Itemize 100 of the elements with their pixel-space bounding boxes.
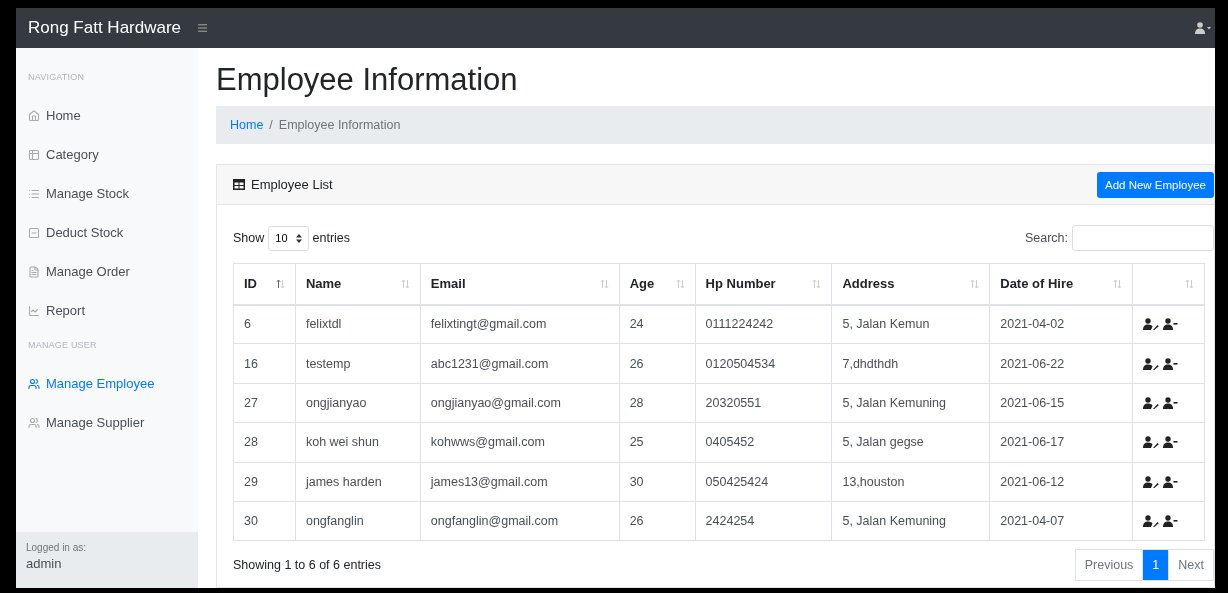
show-label: Show	[233, 231, 265, 245]
table-cell: 2021-04-02	[989, 304, 1133, 344]
brand-title[interactable]: Rong Fatt Hardware	[16, 18, 198, 38]
table-cell: ongfanglin	[295, 501, 421, 541]
sidebar-item[interactable]: Manage Stock	[16, 174, 198, 213]
sidebar-heading: MANAGE USER	[27, 339, 98, 352]
table-cell: 0111224242	[695, 304, 832, 344]
nav-icon	[28, 226, 40, 239]
username: admin	[26, 556, 63, 571]
table-cell: koh wei shun	[295, 422, 421, 463]
column-header[interactable]: Email	[420, 263, 620, 305]
table-cell: 16	[233, 343, 296, 384]
table-cell: 2021-06-12	[989, 462, 1133, 502]
table-cell: 2021-06-15	[989, 383, 1133, 423]
pagination-button[interactable]: 1	[1142, 549, 1170, 582]
user-edit-icon[interactable]	[1143, 475, 1159, 488]
sidebar-item[interactable]: Home	[16, 96, 198, 135]
column-header[interactable]: Address	[831, 263, 990, 305]
user-remove-icon[interactable]	[1162, 396, 1178, 409]
menu-icon[interactable]	[198, 24, 207, 32]
table-cell: 5, Jalan gegse	[831, 422, 990, 463]
breadcrumb-separator: /	[269, 118, 273, 132]
table-cell: kohwws@gmail.com	[420, 422, 620, 463]
select-caret-icon	[295, 233, 302, 243]
user-remove-icon[interactable]	[1162, 475, 1178, 488]
user-edit-icon[interactable]	[1143, 436, 1159, 449]
breadcrumb-current: Employee Information	[278, 118, 401, 132]
table-cell: ongjianyao	[295, 383, 421, 423]
add-employee-button[interactable]: Add New Employee	[1097, 171, 1214, 198]
search-label: Search:	[1024, 231, 1068, 245]
sidebar-item[interactable]: Manage Order	[16, 252, 198, 291]
column-header[interactable]: Name	[295, 263, 421, 305]
table-cell: 0405452	[695, 422, 832, 463]
nav-icon	[28, 187, 40, 200]
table-cell: ongjianyao@gmail.com	[420, 383, 620, 423]
table-cell: 2021-06-17	[989, 422, 1133, 463]
table-cell: ongfanglin@gmail.com	[420, 501, 620, 541]
table-cell: 25	[619, 422, 696, 463]
entries-select[interactable]: 10	[268, 225, 309, 251]
table-cell: testemp	[295, 343, 421, 384]
sidebar-item[interactable]: Manage Supplier	[16, 403, 198, 442]
user-edit-icon[interactable]	[1143, 396, 1159, 409]
table-cell: 30	[233, 501, 296, 541]
column-header[interactable]: Date of Hire	[989, 263, 1133, 305]
user-remove-icon[interactable]	[1162, 357, 1178, 370]
page-title: Employee Information	[216, 62, 519, 98]
user-edit-icon[interactable]	[1143, 318, 1159, 331]
table-cell: felixtdl	[295, 304, 421, 344]
table-cell: 2021-04-07	[989, 501, 1133, 541]
table-cell: james13@gmail.com	[420, 462, 620, 502]
table-cell: 28	[233, 422, 296, 463]
table-cell: abc1231@gmail.com	[420, 343, 620, 384]
column-header[interactable]: Hp Number	[695, 263, 832, 305]
table-cell: 28	[619, 383, 696, 423]
table-cell: 7,dhdthdh	[831, 343, 990, 384]
sidebar-item[interactable]: Deduct Stock	[16, 213, 198, 252]
user-edit-icon[interactable]	[1143, 357, 1159, 370]
logged-in-caption: Logged in as:	[26, 542, 88, 553]
table-cell: 5, Jalan Kemun	[831, 304, 990, 344]
column-header[interactable]: Age	[619, 263, 696, 305]
table-cell: 2021-06-22	[989, 343, 1133, 384]
table-cell: 5, Jalan Kemuning	[831, 383, 990, 423]
user-menu-icon[interactable]	[1195, 22, 1211, 34]
user-remove-icon[interactable]	[1162, 436, 1178, 449]
user-edit-icon[interactable]	[1143, 515, 1159, 528]
nav-icon	[28, 377, 40, 390]
table-cell: 24	[619, 304, 696, 344]
table-cell: felixtingt@gmail.com	[420, 304, 620, 344]
nav-icon	[28, 304, 40, 317]
nav-icon	[28, 416, 40, 429]
pagination-button[interactable]: Previous	[1074, 549, 1144, 582]
pagination-button[interactable]: Next	[1168, 549, 1214, 582]
sort-icon[interactable]	[275, 278, 285, 289]
search-field[interactable]	[1072, 225, 1214, 251]
table-cell: 27	[233, 383, 296, 423]
entries-label: entries	[312, 231, 351, 245]
table-info: Showing 1 to 6 of 6 entries	[233, 558, 381, 573]
table-icon	[233, 179, 245, 190]
nav-icon	[28, 148, 40, 161]
table-cell: 050425424	[695, 462, 832, 502]
user-remove-icon[interactable]	[1162, 515, 1178, 528]
sidebar-item[interactable]: Manage Employee	[16, 364, 198, 403]
nav-icon	[28, 265, 40, 278]
table-cell: 5, Jalan Kemuning	[831, 501, 990, 541]
table-cell: 20320551	[695, 383, 832, 423]
table-cell: 2424254	[695, 501, 832, 541]
table-cell: james harden	[295, 462, 421, 502]
table-cell: 26	[619, 501, 696, 541]
nav-icon	[28, 109, 40, 122]
table-cell: 6	[233, 304, 296, 344]
sidebar-item[interactable]: Category	[16, 135, 198, 174]
table-cell: 26	[619, 343, 696, 384]
table-cell: 13,houston	[831, 462, 990, 502]
sidebar-item[interactable]: Report	[16, 291, 198, 330]
column-header[interactable]: ID	[233, 263, 296, 305]
user-remove-icon[interactable]	[1162, 318, 1178, 331]
card-title: Employee List	[251, 177, 333, 192]
table-cell: 0120504534	[695, 343, 832, 384]
table-cell: 30	[619, 462, 696, 502]
sidebar-heading: NAVIGATION	[27, 71, 86, 84]
